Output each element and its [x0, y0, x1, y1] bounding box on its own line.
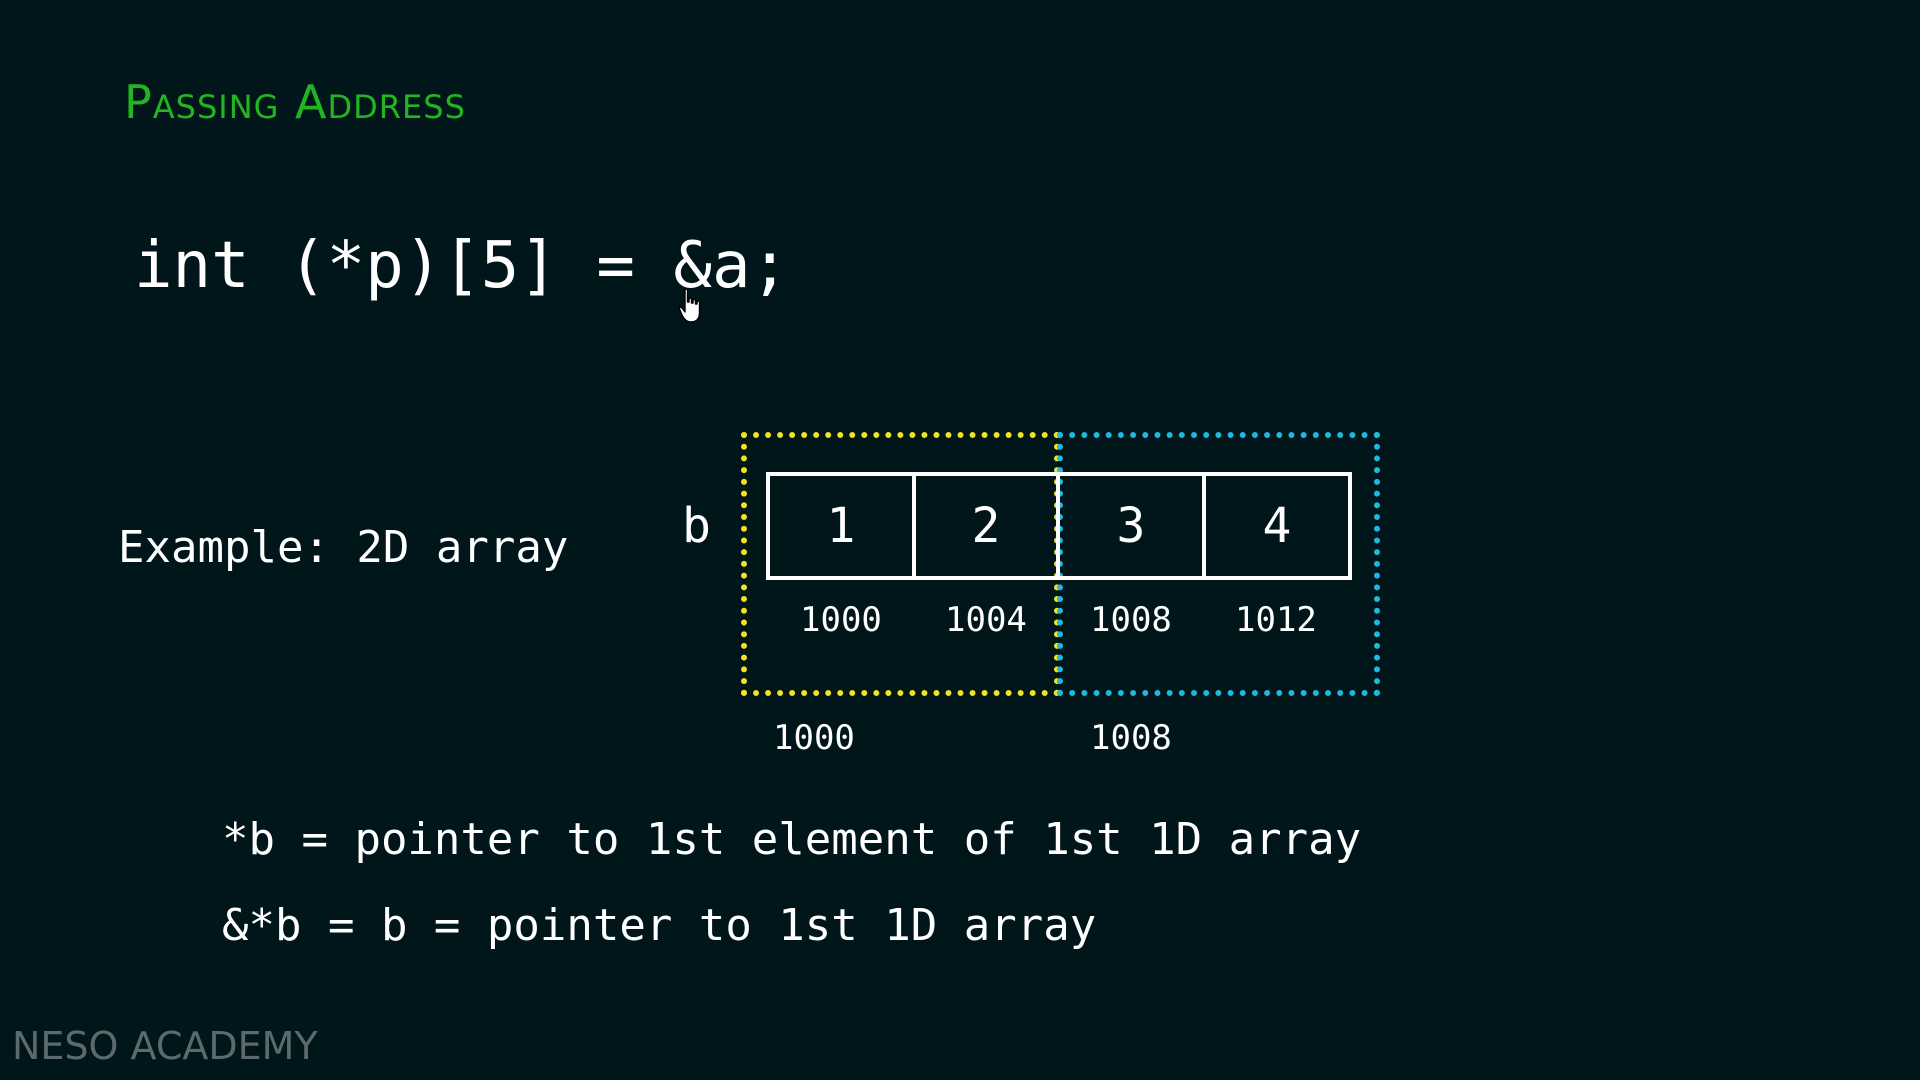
array-name-label: b	[682, 498, 711, 554]
array-cell-2: 2	[912, 472, 1060, 580]
row-address-2: 1008	[1090, 718, 1172, 758]
hand-pointer-icon	[678, 288, 701, 323]
cell-address-4: 1012	[1235, 600, 1317, 640]
explanation-line-2: &*b = b = pointer to 1st 1D array	[222, 900, 1097, 951]
row-address-1: 1000	[773, 718, 855, 758]
array-cell-4: 4	[1202, 472, 1352, 580]
explanation-line-1: *b = pointer to 1st element of 1st 1D ar…	[222, 814, 1362, 865]
example-label: Example: 2D array	[118, 522, 569, 573]
array-cell-3: 3	[1056, 472, 1206, 580]
watermark-logo: NESO ACADEMY	[12, 1024, 318, 1068]
array-cell-1: 1	[766, 472, 916, 580]
slide-title: Passing Address	[124, 75, 466, 129]
cell-address-3: 1008	[1090, 600, 1172, 640]
cell-address-1: 1000	[800, 600, 882, 640]
cell-address-2: 1004	[945, 600, 1027, 640]
